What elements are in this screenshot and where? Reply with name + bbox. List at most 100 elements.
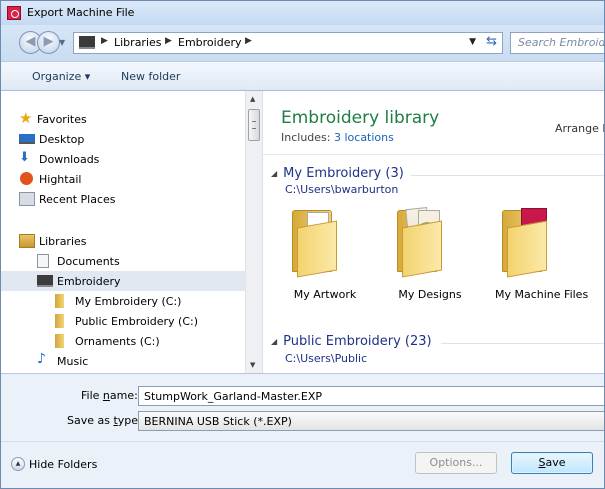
scroll-thumb[interactable] xyxy=(248,109,260,141)
group-name: My Embroidery (3) xyxy=(283,166,404,181)
sidebar-item-libraries[interactable]: Libraries xyxy=(1,231,245,251)
sidebar-item-embroidery[interactable]: Embroidery xyxy=(1,271,245,291)
title-bar: Export Machine File xyxy=(1,1,604,25)
refresh-icon[interactable]: ⇆ xyxy=(486,34,497,49)
navigation-pane: ★ Favorites Desktop ⬇ Downloads Hightail… xyxy=(1,91,263,373)
group-path: C:\Users\Public xyxy=(285,352,368,365)
search-placeholder: Search Embroidery xyxy=(518,36,605,49)
folder-my-machine-files[interactable]: My Machine Files xyxy=(495,204,589,301)
library-title: Embroidery library xyxy=(281,108,440,128)
breadcrumb-libraries[interactable]: Libraries xyxy=(114,36,162,49)
breadcrumb-chevron-icon[interactable]: ▶ xyxy=(245,36,252,46)
filename-label: File name: xyxy=(81,389,138,402)
organize-menu[interactable]: Organize ▾ xyxy=(32,70,90,83)
search-input[interactable]: Search Embroidery xyxy=(510,32,605,54)
folder-icon xyxy=(55,314,64,328)
hightail-icon xyxy=(20,172,33,185)
window-title: Export Machine File xyxy=(27,6,135,19)
scroll-up-icon[interactable]: ▲ xyxy=(250,95,255,103)
new-folder-button[interactable]: New folder xyxy=(121,70,180,83)
breadcrumb-embroidery[interactable]: Embroidery xyxy=(178,36,242,49)
recent-pages-dropdown-icon[interactable]: ▼ xyxy=(59,38,65,47)
collapse-triangle-icon[interactable]: ◢ xyxy=(271,169,277,178)
sidebar-item-label: Documents xyxy=(57,255,120,268)
breadcrumb-chevron-icon[interactable]: ▶ xyxy=(101,36,108,46)
navigation-bar: ◀ ▶ ▼ ▶ Libraries ▶ Embroidery ▶ ▼ ⇆ Sea… xyxy=(1,25,605,61)
footer-divider xyxy=(1,441,604,442)
sidebar-item-label: Libraries xyxy=(39,235,87,248)
sidebar-item-recent-places[interactable]: Recent Places xyxy=(1,189,245,209)
forward-button[interactable]: ▶ xyxy=(37,31,60,54)
folder-label: My Artwork xyxy=(293,288,357,301)
sidebar-scrollbar[interactable]: ▲ ▼ xyxy=(245,91,262,373)
address-dropdown-icon[interactable]: ▼ xyxy=(469,37,476,47)
sidebar-item-music[interactable]: ♪ Music xyxy=(1,351,245,371)
sidebar-item-hightail[interactable]: Hightail xyxy=(1,169,245,189)
folder-icon xyxy=(55,334,64,348)
sidebar-item-public-embroidery[interactable]: Public Embroidery (C:) xyxy=(1,311,245,331)
group-divider xyxy=(441,343,604,344)
sidebar-item-favorites[interactable]: ★ Favorites xyxy=(1,109,245,129)
folder-label: My Machine Files xyxy=(495,288,589,301)
folder-my-artwork[interactable]: My Artwork xyxy=(285,204,365,301)
star-icon: ★ xyxy=(19,109,33,127)
libraries-icon xyxy=(19,234,35,248)
document-icon xyxy=(37,254,49,268)
save-type-label: Save as type: xyxy=(67,414,142,427)
filename-value: StumpWork_Garland-Master.EXP xyxy=(144,390,322,403)
sidebar-item-desktop[interactable]: Desktop xyxy=(1,129,245,149)
collapse-arrow-icon[interactable]: ▲ xyxy=(11,457,25,471)
embroidery-library-icon xyxy=(37,275,53,287)
arrange-by-label[interactable]: Arrange by xyxy=(555,122,604,135)
collapse-triangle-icon[interactable]: ◢ xyxy=(271,337,277,346)
sidebar-item-label: Desktop xyxy=(39,133,85,146)
sidebar-item-label: Recent Places xyxy=(39,193,116,206)
header-divider xyxy=(263,154,604,155)
group-header-my-embroidery[interactable]: ◢ My Embroidery (3) xyxy=(271,166,404,181)
filename-input[interactable]: StumpWork_Garland-Master.EXP xyxy=(138,386,604,406)
folder-my-designs[interactable]: My Designs xyxy=(390,204,470,301)
sidebar-item-my-embroidery[interactable]: My Embroidery (C:) xyxy=(1,291,245,311)
sidebar-item-label: Public Embroidery (C:) xyxy=(75,315,199,328)
address-bar[interactable]: ▶ Libraries ▶ Embroidery ▶ ▼ ⇆ xyxy=(73,32,503,54)
sidebar-item-label: Downloads xyxy=(39,153,100,166)
includes-label: Includes: xyxy=(281,131,331,144)
sidebar-item-ornaments[interactable]: Ornaments (C:) xyxy=(1,331,245,351)
music-icon: ♪ xyxy=(37,351,46,367)
group-name: Public Embroidery (23) xyxy=(283,334,432,349)
locations-link[interactable]: 3 locations xyxy=(334,131,394,144)
breadcrumb-chevron-icon[interactable]: ▶ xyxy=(165,36,172,46)
save-type-select[interactable]: BERNINA USB Stick (*.EXP) xyxy=(138,411,604,431)
desktop-icon xyxy=(19,134,35,144)
sidebar-item-label: Music xyxy=(57,355,89,368)
app-icon xyxy=(7,6,21,20)
options-button[interactable]: Options... xyxy=(415,452,497,474)
sidebar-item-label: My Embroidery (C:) xyxy=(75,295,182,308)
recent-places-icon xyxy=(19,192,35,206)
folder-front xyxy=(297,220,337,278)
scroll-down-icon[interactable]: ▼ xyxy=(250,361,255,369)
sidebar-item-label: Embroidery xyxy=(57,275,121,288)
save-options-panel: File name: StumpWork_Garland-Master.EXP … xyxy=(1,373,604,488)
group-header-public-embroidery[interactable]: ◢ Public Embroidery (23) xyxy=(271,334,432,349)
library-includes: Includes: 3 locations xyxy=(281,131,394,144)
save-type-value: BERNINA USB Stick (*.EXP) xyxy=(144,415,292,428)
sidebar-item-label: Hightail xyxy=(39,173,82,186)
library-location-icon xyxy=(79,36,95,49)
folder-icon xyxy=(55,294,64,308)
hide-folders-button[interactable]: Hide Folders xyxy=(29,458,97,471)
save-button[interactable]: Save xyxy=(511,452,593,474)
group-path: C:\Users\bwarburton xyxy=(285,183,399,196)
folder-label: My Designs xyxy=(398,288,462,301)
group-divider xyxy=(411,175,604,176)
folder-front xyxy=(507,220,547,278)
content-pane: Embroidery library Includes: 3 locations… xyxy=(263,91,604,373)
sidebar-item-label: Favorites xyxy=(37,113,87,126)
sidebar-item-label: Ornaments (C:) xyxy=(75,335,160,348)
export-dialog: Export Machine File ◀ ▶ ▼ ▶ Libraries ▶ … xyxy=(0,0,605,489)
folder-front xyxy=(402,220,442,278)
sidebar-item-downloads[interactable]: ⬇ Downloads xyxy=(1,149,245,169)
command-toolbar: Organize ▾ New folder xyxy=(1,61,604,91)
downloads-icon: ⬇ xyxy=(19,150,30,165)
sidebar-item-documents[interactable]: Documents xyxy=(1,251,245,271)
